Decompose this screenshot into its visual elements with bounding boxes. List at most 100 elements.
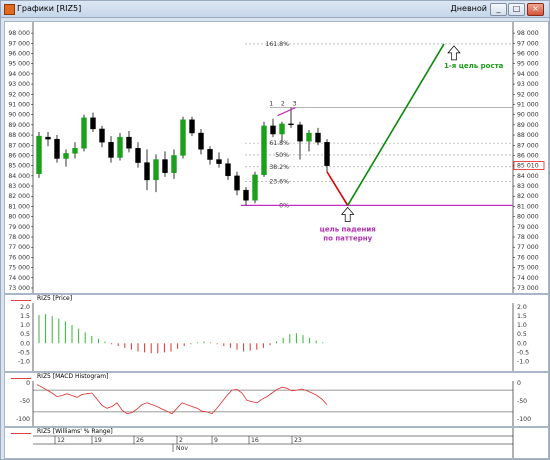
y-tick-label-left: 82 000 xyxy=(8,193,30,200)
candle-body xyxy=(54,138,60,159)
y-tick-label-left: 97 000 xyxy=(8,40,30,47)
y-tick-label-left: 84 000 xyxy=(8,173,30,180)
price-pane[interactable]: 98 000 98 000 97 000 97 000 96 000 96 000 95 0… xyxy=(4,21,549,294)
y-tick-label-right: 83 000 xyxy=(517,183,539,190)
window-title: Графики [RIZ5] xyxy=(17,4,82,13)
fib-level-label: 161.8% xyxy=(265,41,289,48)
candle-body xyxy=(297,124,303,142)
y-tick-label-left: 98 000 xyxy=(8,30,30,37)
y-tick-label-right: -0.5 xyxy=(517,349,529,356)
y-tick-label-right: -50 xyxy=(517,398,527,405)
y-tick-label-left: 90 000 xyxy=(8,112,30,119)
fib-level-label: 50% xyxy=(275,152,289,159)
candle-body xyxy=(90,117,96,130)
y-tick-label-right: 2.0 xyxy=(517,304,527,311)
y-tick-label-right: 80 000 xyxy=(517,214,539,221)
candle-body xyxy=(315,132,321,143)
y-tick-label-left: 0.0 xyxy=(20,340,30,347)
close-button[interactable]: × xyxy=(527,3,544,16)
y-tick-label-right: -1.0 xyxy=(517,359,529,366)
x-month-label: Nov xyxy=(176,445,188,452)
y-tick-label-left: 0.5 xyxy=(20,331,30,338)
x-tick-label: 2 xyxy=(179,437,183,444)
price-indicator-chart[interactable]: 2.0 2.0 1.5 1.5 1.0 1.0 0.5 0.5 0.0 0.0 -0.5 -0.5 -1… xyxy=(5,295,548,371)
pattern-number-label: 2 xyxy=(281,101,285,108)
y-tick-label-left: 81 000 xyxy=(8,203,30,210)
candle-body xyxy=(216,159,222,164)
y-tick-label-left: 86 000 xyxy=(8,152,30,159)
y-tick-label-left: 74 000 xyxy=(8,275,30,282)
y-tick-label-right: -100 xyxy=(517,416,531,423)
y-tick-label-left: 88 000 xyxy=(8,132,30,139)
y-tick-label-left: 79 000 xyxy=(8,224,30,231)
y-tick-label-left: 77 000 xyxy=(8,244,30,251)
window-titlebar[interactable]: Графики [RIZ5] Дневной _ □ × xyxy=(1,1,549,18)
candle-body xyxy=(279,123,285,135)
y-tick-label-right: 0.0 xyxy=(517,340,527,347)
candle-body xyxy=(99,128,105,143)
y-tick-label-left: 87 000 xyxy=(8,142,30,149)
candle-body xyxy=(189,119,195,134)
chart-window: Графики [RIZ5] Дневной _ □ × 98 000 98 00… xyxy=(0,0,550,460)
y-tick-label-right: 74 000 xyxy=(517,275,539,282)
y-tick-label-left: 76 000 xyxy=(8,254,30,261)
y-tick-label-right: 77 000 xyxy=(517,244,539,251)
y-tick-label-left: 92 000 xyxy=(8,91,30,98)
x-tick-label: 16 xyxy=(251,437,259,444)
y-tick-label-left: 93 000 xyxy=(8,81,30,88)
y-tick-label-left: 1.0 xyxy=(20,322,30,329)
y-tick-label-right: 97 000 xyxy=(517,40,539,47)
macd-chart[interactable]: 0 0 -50 -50 -100 -100 xyxy=(5,373,548,426)
down-leg-line xyxy=(326,171,349,206)
chart-app-icon xyxy=(4,4,15,15)
y-tick-label-left: 1.5 xyxy=(20,313,30,320)
y-tick-label-right: 0 xyxy=(517,380,521,387)
y-tick-label-right: 88 000 xyxy=(517,132,539,139)
y-tick-label-right: 82 000 xyxy=(517,193,539,200)
y-tick-label-right: 0.5 xyxy=(517,331,527,338)
candle-body xyxy=(81,117,87,149)
macd-pane[interactable]: RIZ5 [MACD Histogram] 0 0 -50 -50 -100 -100 xyxy=(4,372,549,427)
candle-body xyxy=(72,148,78,154)
pattern-target-annotation: по паттерну xyxy=(323,234,372,242)
y-tick-label-right: 76 000 xyxy=(517,254,539,261)
current-price-label: 85 010 xyxy=(517,163,539,170)
x-tick-label: 9 xyxy=(214,437,218,444)
candle-body xyxy=(162,159,168,173)
candle-body xyxy=(252,174,258,201)
candle-body xyxy=(243,189,249,201)
candle-body xyxy=(36,135,42,175)
pattern-number-label: 1 xyxy=(269,101,273,108)
candle-body xyxy=(288,123,294,126)
price-chart[interactable]: 98 000 98 000 97 000 97 000 96 000 96 000 95 0… xyxy=(5,22,548,293)
y-tick-label-left: 75 000 xyxy=(8,265,30,272)
y-tick-label-right: 1.5 xyxy=(517,313,527,320)
y-tick-label-right: 1.0 xyxy=(517,322,527,329)
price-indicator-pane[interactable]: RIZ5 [Price] 2.0 2.0 1.5 1.5 1.0 1.0 0.5 0.5 0.0… xyxy=(4,294,549,372)
williams-pane[interactable]: RIZ5 [Williams' % Range] 12 19 26 2 9 16 23 Nov xyxy=(4,427,549,459)
indicator-line xyxy=(36,384,328,415)
y-tick-label-right: 92 000 xyxy=(517,91,539,98)
candle-body xyxy=(171,155,177,173)
macd-title: RIZ5 [MACD Histogram] xyxy=(37,373,109,380)
minimize-button[interactable]: _ xyxy=(490,3,507,16)
y-tick-label-right: 87 000 xyxy=(517,142,539,149)
candle-body xyxy=(45,136,51,140)
y-tick-label-right: 73 000 xyxy=(517,285,539,292)
y-tick-label-right: 98 000 xyxy=(517,30,539,37)
pattern-number-label: 3 xyxy=(293,101,297,108)
fib-level-label: 23.6% xyxy=(269,178,289,185)
period-label[interactable]: Дневной xyxy=(451,4,487,13)
candle-body xyxy=(153,159,159,181)
y-tick-label-left: 85 000 xyxy=(8,163,30,170)
candle-body xyxy=(180,119,186,156)
x-tick-label: 12 xyxy=(57,437,65,444)
candle-body xyxy=(306,132,312,142)
y-tick-label-right: 84 000 xyxy=(517,173,539,180)
y-tick-label-right: 86 000 xyxy=(517,152,539,159)
candle-body xyxy=(324,141,330,166)
down-target-arrow-icon xyxy=(340,206,355,222)
maximize-button[interactable]: □ xyxy=(508,3,525,16)
y-tick-label-left: 96 000 xyxy=(8,50,30,57)
williams-title: RIZ5 [Williams' % Range] xyxy=(37,428,113,435)
